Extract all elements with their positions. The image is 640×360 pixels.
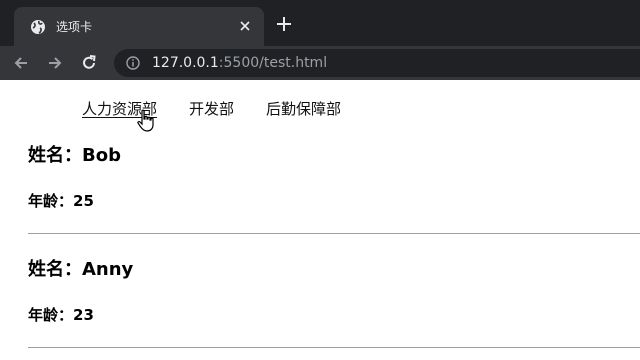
back-arrow-icon[interactable]	[12, 54, 30, 72]
tab-title: 选项卡	[56, 20, 93, 34]
tab-dev[interactable]: 开发部	[189, 100, 234, 118]
forward-arrow-icon[interactable]	[46, 54, 64, 72]
tab-logistics[interactable]: 后勤保障部	[266, 100, 341, 118]
globe-icon	[31, 19, 45, 34]
info-icon[interactable]	[126, 56, 140, 70]
browser-tab[interactable]: 选项卡	[14, 7, 264, 46]
url-path: :5500/test.html	[218, 55, 328, 71]
page-content: 人力资源部 开发部 后勤保障部 姓名：Bob 年龄：25 姓名：Anny 年龄：…	[0, 80, 640, 360]
person-name: 姓名：Bob	[28, 144, 121, 168]
person-name: 姓名：Anny	[28, 258, 133, 282]
url-text: 127.0.0.1:5500/test.html	[152, 55, 327, 71]
age-label: 年龄：	[28, 306, 74, 324]
name-label: 姓名：	[28, 259, 82, 280]
name-label: 姓名：	[28, 145, 82, 166]
department-tabs: 人力资源部 开发部 后勤保障部	[82, 100, 373, 118]
divider	[28, 233, 640, 234]
hand-pointer-cursor-icon	[137, 109, 154, 132]
browser-toolbar: 127.0.0.1:5500/test.html	[0, 46, 640, 80]
age-label: 年龄：	[28, 192, 74, 210]
new-tab-plus-icon[interactable]	[276, 16, 292, 32]
name-value: Bob	[82, 145, 121, 166]
address-bar[interactable]: 127.0.0.1:5500/test.html	[114, 49, 640, 77]
divider	[28, 347, 640, 348]
age-value: 25	[73, 192, 94, 210]
person-age: 年龄：25	[28, 191, 94, 211]
close-icon[interactable]	[238, 19, 252, 33]
person-age: 年龄：23	[28, 305, 94, 325]
reload-icon[interactable]	[80, 54, 98, 72]
age-value: 23	[73, 306, 94, 324]
name-value: Anny	[82, 259, 134, 280]
browser-tabstrip: 选项卡	[0, 0, 640, 46]
url-host: 127.0.0.1	[152, 55, 219, 71]
